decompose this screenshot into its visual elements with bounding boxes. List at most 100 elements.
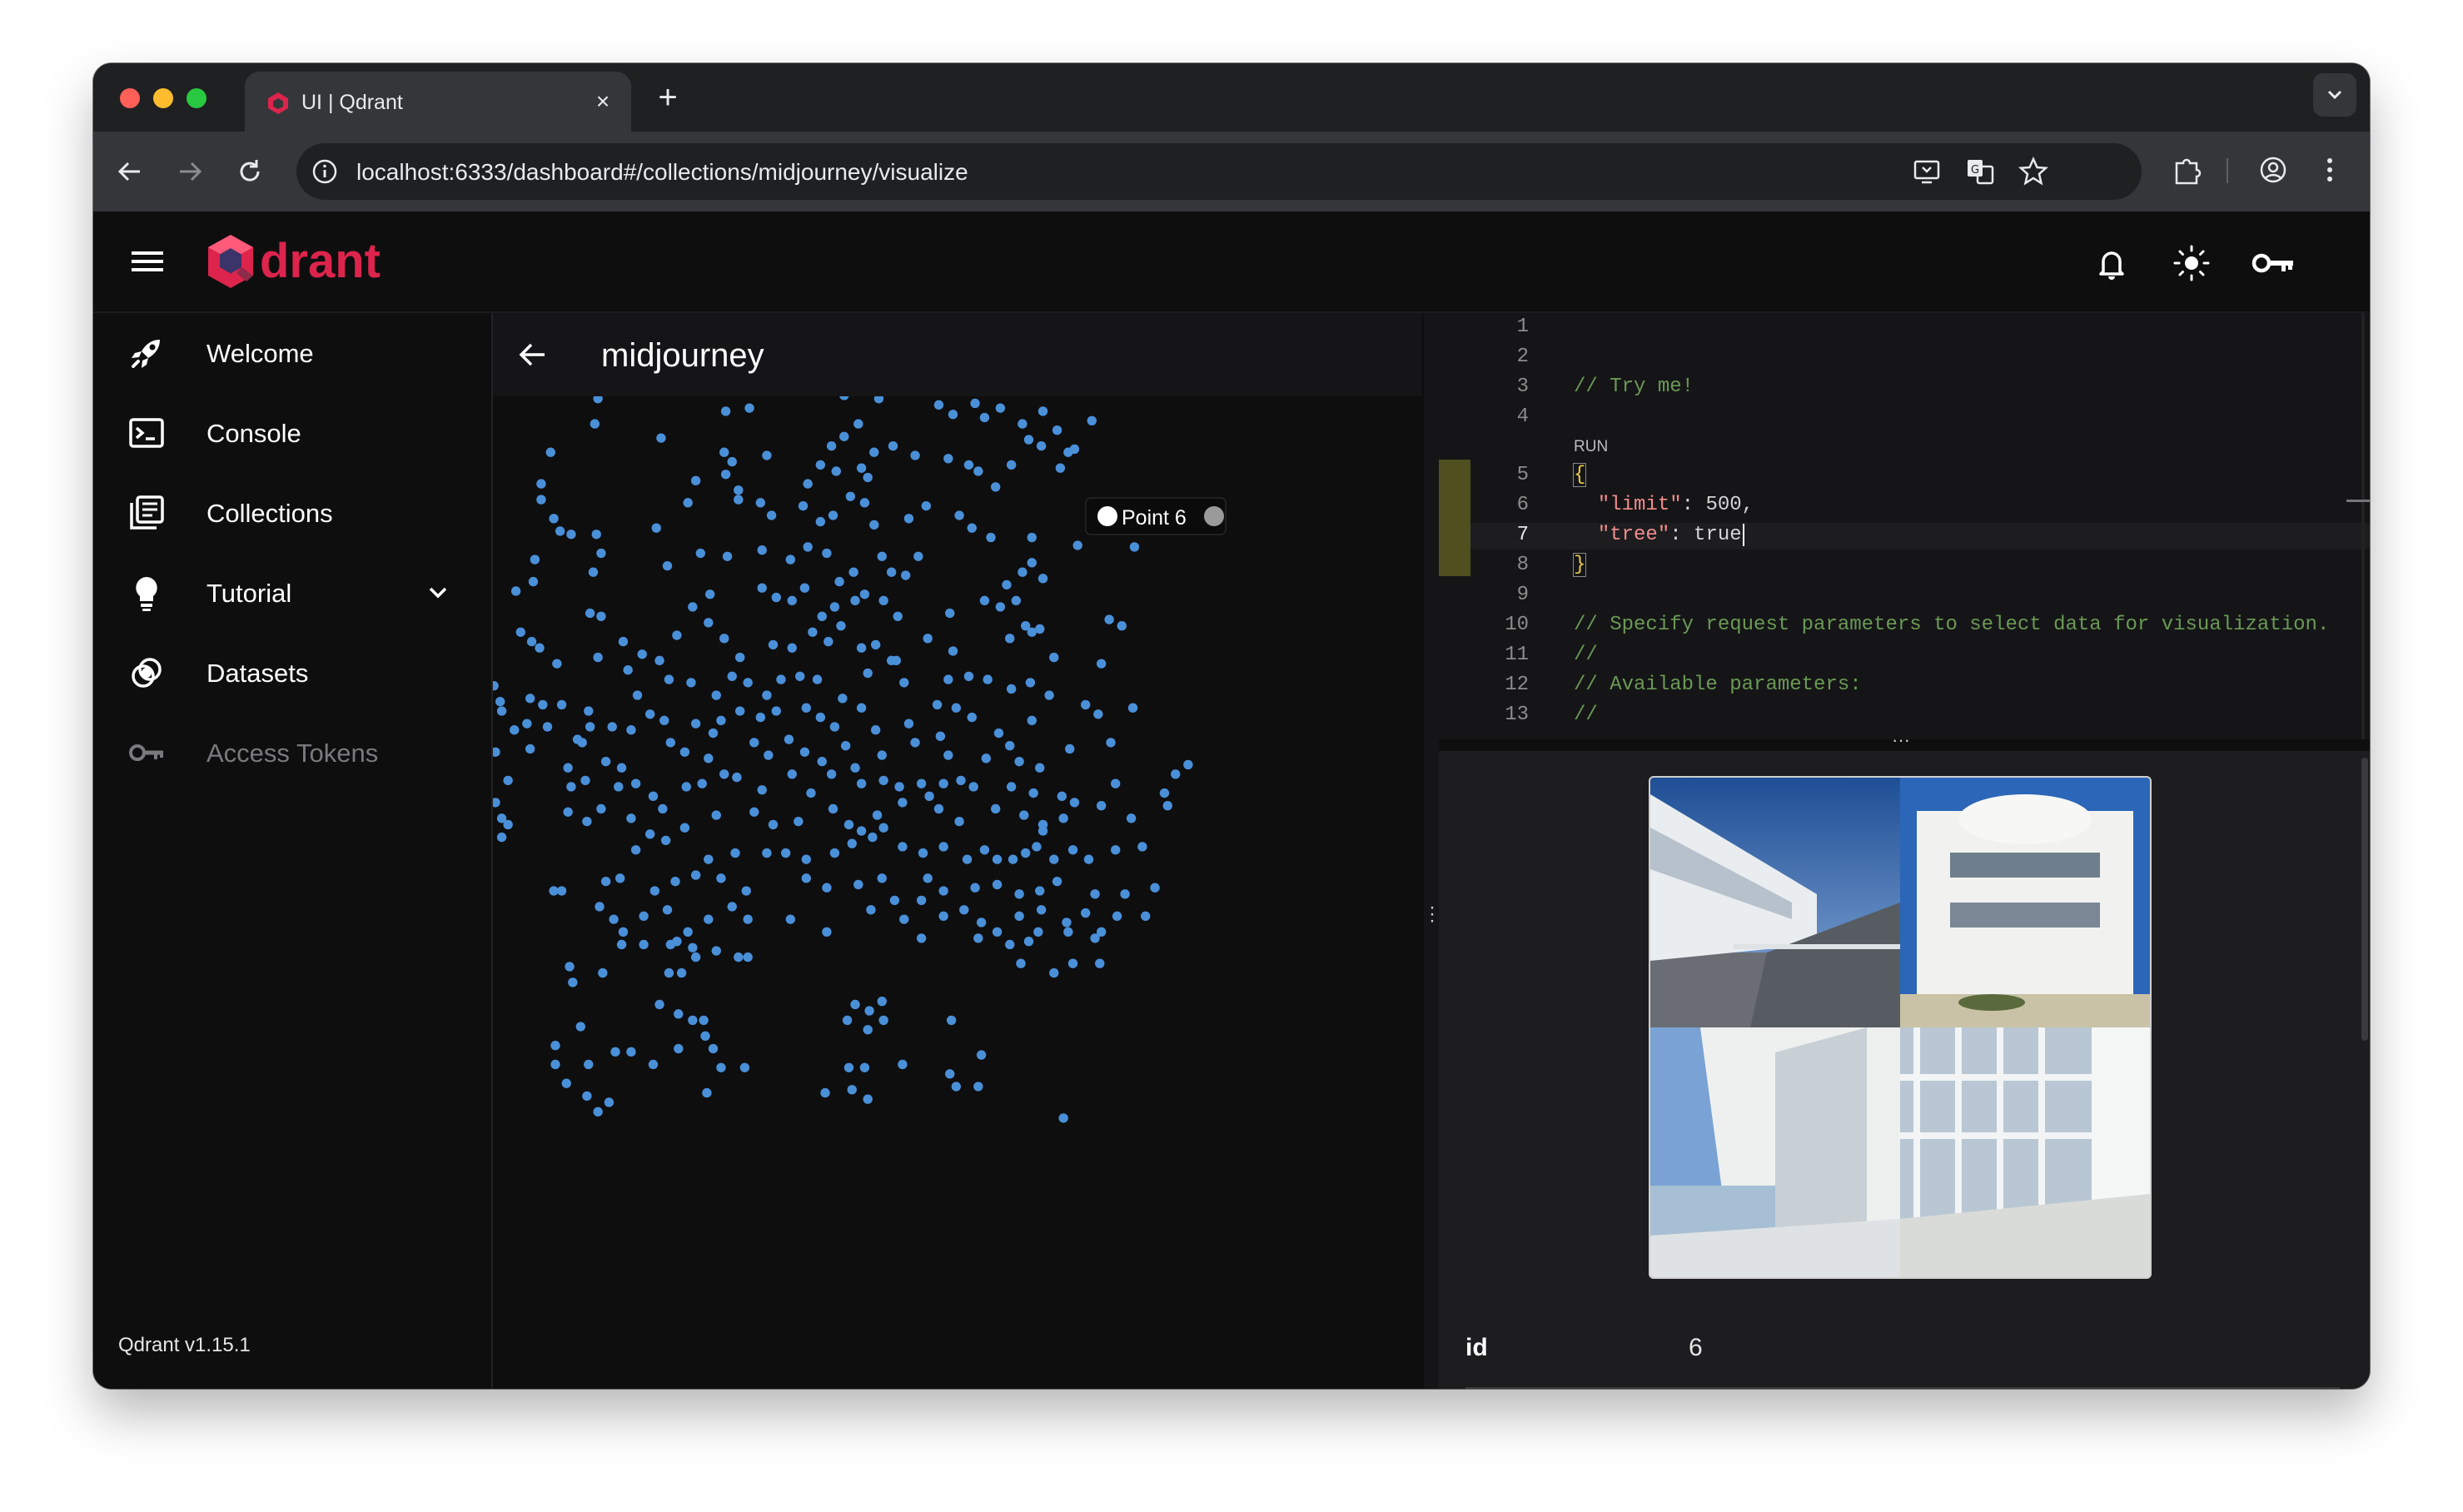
scatter-point[interactable]	[943, 674, 953, 684]
scatter-point[interactable]	[535, 643, 545, 653]
tab-search-button[interactable]	[2313, 73, 2356, 117]
scatter-point[interactable]	[878, 1015, 888, 1026]
scatter-point[interactable]	[1065, 744, 1075, 754]
scatter-point[interactable]	[566, 530, 576, 540]
scatter-point[interactable]	[823, 636, 833, 647]
scatter-point[interactable]	[739, 1062, 750, 1072]
scatter-point[interactable]	[644, 829, 655, 839]
scatter-point[interactable]	[1035, 763, 1045, 773]
scatter-point[interactable]	[863, 1094, 873, 1104]
scatter-point[interactable]	[659, 715, 669, 726]
scatter-point[interactable]	[614, 782, 624, 792]
scatter-point[interactable]	[585, 722, 595, 732]
scatter-point[interactable]	[637, 649, 647, 659]
scatter-point[interactable]	[757, 545, 767, 555]
scatter-point[interactable]	[967, 523, 977, 533]
scatter-point[interactable]	[1018, 567, 1027, 577]
scatter-point[interactable]	[898, 798, 908, 808]
scatter-point[interactable]	[525, 694, 535, 704]
scatter-point[interactable]	[662, 905, 673, 915]
url-text[interactable]: localhost:6333/dashboard#/collections/mi…	[356, 158, 968, 187]
scatter-point[interactable]	[566, 782, 576, 792]
scatter-point[interactable]	[943, 454, 953, 464]
scatter-point[interactable]	[1014, 756, 1024, 767]
scatter-point[interactable]	[829, 848, 840, 858]
scatter-point[interactable]	[630, 778, 641, 788]
scatter-point[interactable]	[826, 440, 837, 451]
scatter-point[interactable]	[727, 902, 737, 912]
scatter-point[interactable]	[1005, 741, 1015, 751]
back-icon[interactable]	[112, 153, 148, 190]
scatter-point[interactable]	[702, 1087, 712, 1098]
scatter-point[interactable]	[716, 1062, 726, 1072]
scatter-point[interactable]	[708, 728, 719, 739]
scatter-point[interactable]	[1141, 911, 1151, 922]
scatter-point[interactable]	[704, 854, 714, 864]
scatter-point[interactable]	[863, 1025, 873, 1035]
scatter-point[interactable]	[496, 832, 507, 843]
scatter-point[interactable]	[1096, 801, 1107, 811]
scatter-point[interactable]	[734, 952, 744, 962]
drag-handle-icon[interactable]: · · ·	[1429, 898, 1436, 931]
scatter-point[interactable]	[993, 728, 1004, 739]
scatter-point[interactable]	[623, 665, 633, 675]
scatter-point[interactable]	[1021, 848, 1031, 858]
scatter-point[interactable]	[963, 460, 974, 470]
api-key-icon[interactable]	[2250, 243, 2296, 283]
scatter-point[interactable]	[801, 873, 811, 883]
scatter-point[interactable]	[859, 1062, 870, 1072]
scatter-point[interactable]	[1117, 620, 1127, 631]
scatter-point[interactable]	[787, 595, 797, 606]
scatter-point[interactable]	[923, 634, 933, 644]
scatter-point[interactable]	[525, 744, 535, 754]
scatter-point[interactable]	[654, 655, 664, 666]
scatter-point[interactable]	[872, 810, 883, 820]
scatter-point[interactable]	[648, 1059, 659, 1070]
scatter-point[interactable]	[785, 914, 796, 924]
scatter-point[interactable]	[945, 1069, 955, 1079]
scatter-point[interactable]	[916, 895, 927, 906]
scatter-point[interactable]	[933, 400, 944, 410]
scatter-point[interactable]	[711, 946, 721, 956]
scatter-point[interactable]	[1067, 958, 1078, 968]
scatter-point[interactable]	[898, 842, 908, 852]
scatter-point[interactable]	[776, 674, 786, 684]
scatter-point[interactable]	[679, 747, 690, 757]
scatter-point[interactable]	[615, 873, 625, 883]
scatter-point[interactable]	[510, 725, 520, 735]
scatter-point[interactable]	[695, 548, 706, 559]
qdrant-logo[interactable]: drant	[205, 231, 388, 291]
scatter-point[interactable]	[954, 816, 964, 827]
scatter-point[interactable]	[503, 775, 513, 786]
scatter-point[interactable]	[575, 1022, 585, 1032]
address-bar[interactable]: localhost:6333/dashboard#/collections/mi…	[296, 143, 2142, 200]
site-info-icon[interactable]	[310, 157, 340, 187]
forward-icon[interactable]	[172, 153, 208, 190]
scatter-point[interactable]	[1063, 927, 1073, 937]
scatter-point[interactable]	[1090, 889, 1100, 899]
scatter-point[interactable]	[727, 671, 737, 681]
scatter-point[interactable]	[727, 456, 737, 467]
scatter-point[interactable]	[954, 510, 964, 520]
scatter-point[interactable]	[720, 470, 731, 480]
scatter-point[interactable]	[780, 848, 791, 858]
scatter-point[interactable]	[856, 643, 867, 653]
scatter-point[interactable]	[598, 967, 608, 978]
scatter-point[interactable]	[658, 803, 668, 814]
scatter-point[interactable]	[1006, 782, 1017, 792]
scatter-point[interactable]	[820, 1087, 830, 1098]
scatter-point[interactable]	[894, 782, 904, 792]
scatter-point[interactable]	[561, 1078, 571, 1088]
scatter-point[interactable]	[856, 778, 867, 788]
scatter-point[interactable]	[826, 769, 837, 779]
scatter-point[interactable]	[817, 756, 827, 767]
scatter-point[interactable]	[609, 914, 619, 924]
scatter-point[interactable]	[1025, 678, 1036, 688]
scatter-point[interactable]	[686, 678, 696, 688]
scatter-point[interactable]	[662, 560, 673, 571]
scatter-point[interactable]	[683, 498, 693, 508]
scatter-point[interactable]	[656, 433, 666, 443]
scatter-point[interactable]	[1106, 738, 1116, 748]
scatter-point[interactable]	[1081, 908, 1091, 918]
scatter-point[interactable]	[1093, 709, 1103, 719]
